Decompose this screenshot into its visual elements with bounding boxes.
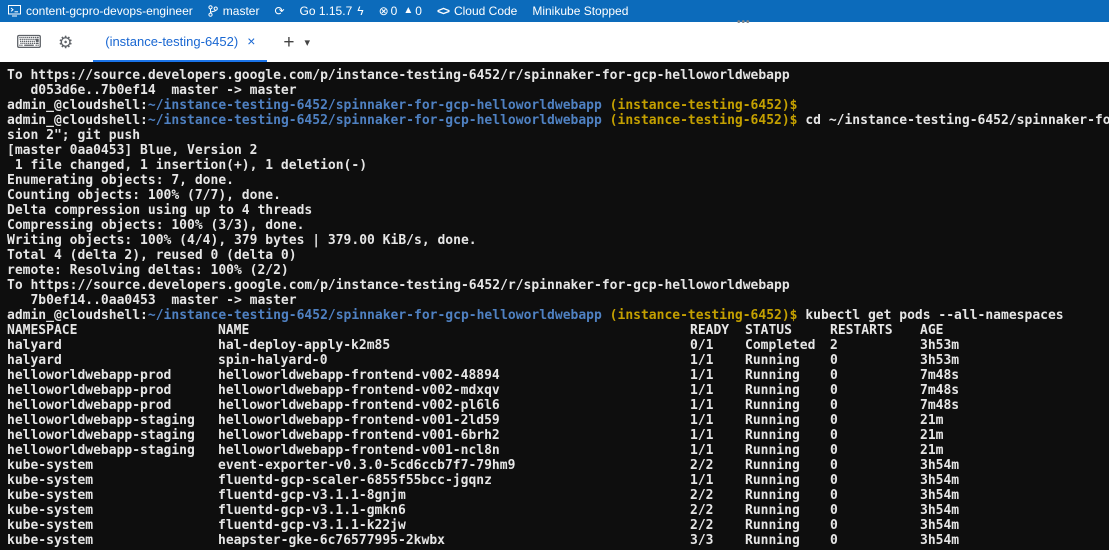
- terminal-line: sion 2"; git push: [7, 128, 1109, 143]
- terminal-line: Compressing objects: 100% (3/3), done.: [7, 218, 1109, 233]
- remote-environment-button[interactable]: content-gcpro-devops-engineer: [8, 0, 193, 22]
- warning-count: 0: [415, 4, 422, 18]
- terminal-line: Enumerating objects: 7, done.: [7, 173, 1109, 188]
- terminal-line: To https://source.developers.google.com/…: [7, 68, 1109, 83]
- pods-table-row: kube-systemheapster-gke-6c76577995-2kwbx…: [7, 533, 1109, 548]
- terminal-output[interactable]: To https://source.developers.google.com/…: [0, 62, 1109, 550]
- cloud-code-label: Cloud Code: [454, 4, 517, 18]
- chevron-down-icon[interactable]: ▾: [305, 36, 311, 49]
- terminal-line: 1 file changed, 1 insertion(+), 1 deleti…: [7, 158, 1109, 173]
- pods-table-row: halyardhal-deploy-apply-k2m850/1Complete…: [7, 338, 1109, 353]
- pods-table-row: halyardspin-halyard-01/1Running03h53m: [7, 353, 1109, 368]
- terminal-line: admin_@cloudshell:~/instance-testing-645…: [7, 98, 1109, 113]
- pods-table-row: helloworldwebapp-prodhelloworldwebapp-fr…: [7, 398, 1109, 413]
- terminal-line: admin_@cloudshell:~/instance-testing-645…: [7, 113, 1109, 128]
- terminal-line: remote: Resolving deltas: 100% (2/2): [7, 263, 1109, 278]
- pods-table-row: helloworldwebapp-staginghelloworldwebapp…: [7, 413, 1109, 428]
- cloud-code-button[interactable]: <> Cloud Code: [437, 0, 517, 22]
- keyboard-icon[interactable]: ⌨: [16, 33, 42, 51]
- git-branch-button[interactable]: master: [208, 0, 260, 22]
- status-bar: content-gcpro-devops-engineer master ⟳ G…: [0, 0, 1109, 22]
- gear-icon[interactable]: ⚙: [58, 34, 73, 51]
- sync-button[interactable]: ⟳: [274, 0, 284, 22]
- go-version-label: Go 1.15.7: [300, 4, 353, 18]
- error-count: 0: [391, 4, 398, 18]
- error-icon: ⊗: [379, 5, 389, 17]
- environment-label: content-gcpro-devops-engineer: [26, 4, 193, 18]
- terminal-tab-label: (instance-testing-6452): [105, 34, 238, 49]
- problems-button[interactable]: ⊗ 0 ▲ 0: [379, 0, 422, 22]
- terminal-line: Delta compression using up to 4 threads: [7, 203, 1109, 218]
- terminal-tab-bar: ••• ⌨ ⚙ (instance-testing-6452) × + ▾: [0, 22, 1109, 62]
- sync-icon: ⟳: [274, 5, 284, 17]
- pods-table-header: NAMESPACENAMEREADYSTATUSRESTARTSAGE: [7, 323, 1109, 338]
- add-terminal-button[interactable]: +: [283, 33, 294, 52]
- close-icon[interactable]: ×: [247, 34, 255, 48]
- minikube-status-button[interactable]: Minikube Stopped: [532, 0, 628, 22]
- pods-table-row: helloworldwebapp-prodhelloworldwebapp-fr…: [7, 368, 1109, 383]
- terminal-tab[interactable]: (instance-testing-6452) ×: [93, 22, 267, 62]
- pods-table-row: kube-systemfluentd-gcp-v3.1.1-gmkn62/2Ru…: [7, 503, 1109, 518]
- pods-table-row: kube-systemfluentd-gcp-v3.1.1-8gnjm2/2Ru…: [7, 488, 1109, 503]
- code-brackets-icon: <>: [437, 4, 449, 18]
- terminal-line: 7b0ef14..0aa0453 master -> master: [7, 293, 1109, 308]
- terminal-line: Writing objects: 100% (4/4), 379 bytes |…: [7, 233, 1109, 248]
- terminal-line: Counting objects: 100% (7/7), done.: [7, 188, 1109, 203]
- minikube-status-label: Minikube Stopped: [532, 4, 628, 18]
- pods-table-row: helloworldwebapp-staginghelloworldwebapp…: [7, 443, 1109, 458]
- branch-label: master: [223, 4, 260, 18]
- pods-table-row: kube-systemfluentd-gcp-v3.1.1-k22jw2/2Ru…: [7, 518, 1109, 533]
- go-version-button[interactable]: Go 1.15.7 ϟ: [300, 0, 364, 22]
- cloud-shell-icon: [8, 5, 21, 17]
- terminal-line: admin_@cloudshell:~/instance-testing-645…: [7, 308, 1109, 323]
- pods-table-row: helloworldwebapp-staginghelloworldwebapp…: [7, 428, 1109, 443]
- pods-table-row: helloworldwebapp-prodhelloworldwebapp-fr…: [7, 383, 1109, 398]
- git-branch-icon: [208, 5, 218, 17]
- panel-more-handle[interactable]: •••: [737, 17, 751, 28]
- terminal-line: To https://source.developers.google.com/…: [7, 278, 1109, 293]
- terminal-line: [master 0aa0453] Blue, Version 2: [7, 143, 1109, 158]
- pods-table-row: kube-systemevent-exporter-v0.3.0-5cd6ccb…: [7, 458, 1109, 473]
- pods-table-row: kube-systemfluentd-gcp-scaler-6855f55bcc…: [7, 473, 1109, 488]
- terminal-line: d053d6e..7b0ef14 master -> master: [7, 83, 1109, 98]
- lightning-icon: ϟ: [357, 5, 363, 17]
- warning-icon: ▲: [403, 6, 413, 16]
- terminal-line: Total 4 (delta 2), reused 0 (delta 0): [7, 248, 1109, 263]
